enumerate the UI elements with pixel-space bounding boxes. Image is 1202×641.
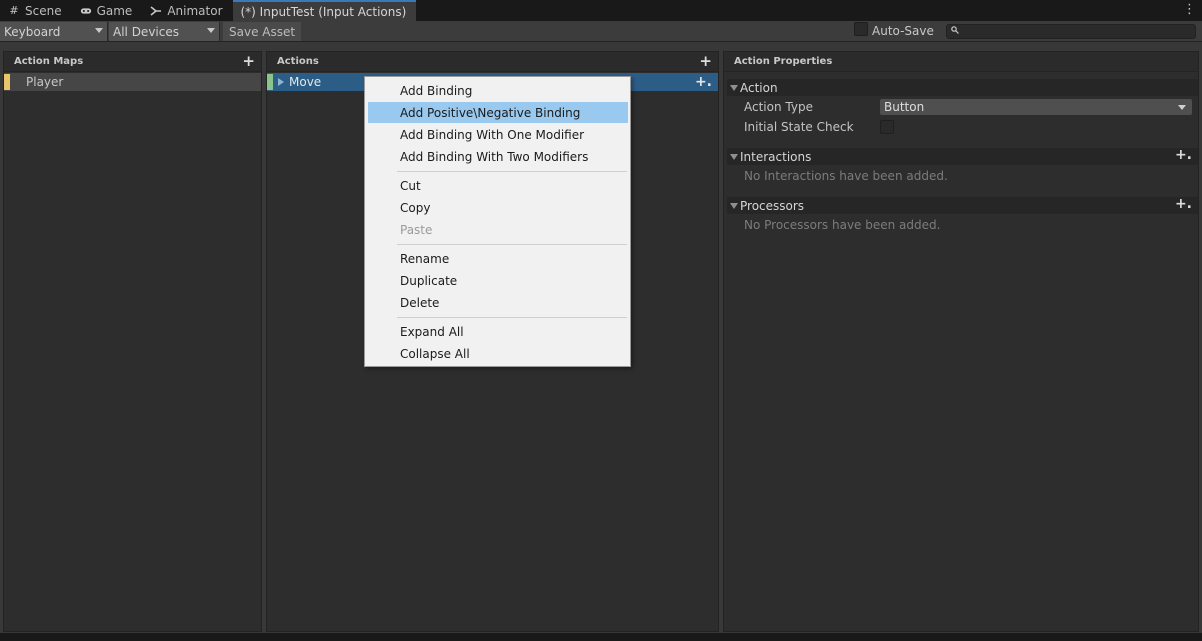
autosave-label: Auto-Save xyxy=(872,24,934,38)
menu-separator xyxy=(397,244,627,245)
add-processor-icon[interactable]: +. xyxy=(1175,196,1192,212)
menu-item-add-positive-negative-binding[interactable]: Add Positive\Negative Binding xyxy=(368,102,628,123)
action-section-header[interactable]: Action xyxy=(727,79,1198,96)
tab-animator[interactable]: Animator xyxy=(142,0,232,21)
menu-item-add-binding-two-modifiers[interactable]: Add Binding With Two Modifiers xyxy=(368,146,628,167)
action-map-item[interactable]: Player xyxy=(4,73,261,91)
action-properties-panel: Action Properties Action Action Type But… xyxy=(723,51,1199,632)
action-color-stripe xyxy=(267,74,273,90)
tab-game-label: Game xyxy=(96,3,133,18)
control-scheme-value: Keyboard xyxy=(4,24,61,39)
devices-value: All Devices xyxy=(113,24,179,39)
menu-item-paste: Paste xyxy=(400,222,433,237)
more-options-icon[interactable]: ⋮ xyxy=(1183,3,1196,17)
chevron-down-icon xyxy=(1178,105,1186,110)
menu-item-collapse-all[interactable]: Collapse All xyxy=(368,343,628,364)
status-bar xyxy=(0,633,1202,641)
menu-item-duplicate[interactable]: Duplicate xyxy=(368,270,628,291)
menu-item-expand-all[interactable]: Expand All xyxy=(368,321,628,342)
add-interaction-icon[interactable]: +. xyxy=(1175,147,1192,163)
tab-input-actions-label: (*) InputTest (Input Actions) xyxy=(240,4,407,19)
expand-arrow-icon[interactable] xyxy=(278,78,284,86)
action-label: Move xyxy=(289,75,322,89)
action-type-label: Action Type xyxy=(744,100,813,114)
menu-item-add-binding-one-modifier[interactable]: Add Binding With One Modifier xyxy=(368,124,628,145)
devices-dropdown[interactable]: All Devices xyxy=(109,22,220,41)
action-type-value: Button xyxy=(884,100,925,114)
menu-separator xyxy=(397,171,627,172)
actions-title: Actions xyxy=(277,56,319,67)
actions-header: Actions + xyxy=(267,52,718,72)
tab-animator-label: Animator xyxy=(167,3,223,18)
menu-item-cut[interactable]: Cut xyxy=(368,175,628,196)
interactions-section-header[interactable]: Interactions +. xyxy=(727,147,1198,165)
tab-scene[interactable]: # Scene xyxy=(0,0,72,21)
menu-separator xyxy=(397,317,627,318)
foldout-arrow-icon xyxy=(730,154,738,160)
action-section-title: Action xyxy=(740,80,778,95)
processors-section-title: Processors xyxy=(740,198,805,213)
animator-icon xyxy=(150,5,162,17)
foldout-arrow-icon xyxy=(730,85,738,91)
editor-tab-bar: # Scene Game Animator (*) InputTest (Inp… xyxy=(0,0,1202,21)
control-scheme-dropdown[interactable]: Keyboard xyxy=(0,22,108,41)
tab-game[interactable]: Game xyxy=(72,0,143,21)
menu-item-delete[interactable]: Delete xyxy=(368,292,628,313)
processors-empty-note: No Processors have been added. xyxy=(744,218,941,232)
initial-state-checkbox[interactable] xyxy=(880,120,894,134)
foldout-arrow-icon xyxy=(730,203,738,209)
action-type-dropdown[interactable]: Button xyxy=(880,99,1192,115)
tab-input-actions[interactable]: (*) InputTest (Input Actions) xyxy=(232,0,417,21)
processors-section-header[interactable]: Processors +. xyxy=(727,196,1198,214)
add-action-map-icon[interactable]: + xyxy=(242,52,255,70)
gamepad-icon xyxy=(80,5,92,17)
add-action-icon[interactable]: + xyxy=(699,52,712,70)
action-maps-header: Action Maps + xyxy=(4,52,261,72)
chevron-down-icon xyxy=(95,28,103,33)
action-map-color-stripe xyxy=(4,74,10,90)
context-menu: Add Binding Add Positive\Negative Bindin… xyxy=(364,76,631,367)
interactions-empty-note: No Interactions have been added. xyxy=(744,169,948,183)
grid-icon: # xyxy=(9,4,19,17)
initial-state-check-label: Initial State Check xyxy=(744,120,854,134)
search-input[interactable] xyxy=(946,24,1196,39)
action-properties-title: Action Properties xyxy=(734,56,833,67)
autosave-checkbox[interactable] xyxy=(854,22,868,36)
menu-item-add-binding[interactable]: Add Binding xyxy=(368,80,628,101)
menu-item-rename[interactable]: Rename xyxy=(368,248,628,269)
action-properties-header: Action Properties xyxy=(724,52,1198,72)
add-binding-icon[interactable]: +. xyxy=(695,73,712,91)
action-maps-title: Action Maps xyxy=(14,56,84,67)
menu-item-copy[interactable]: Copy xyxy=(368,197,628,218)
tab-scene-label: Scene xyxy=(25,3,62,18)
save-asset-button[interactable]: Save Asset xyxy=(223,22,302,41)
interactions-section-title: Interactions xyxy=(740,149,812,164)
action-maps-panel: Action Maps + Player xyxy=(3,51,262,632)
chevron-down-icon xyxy=(207,28,215,33)
action-map-label: Player xyxy=(26,75,64,89)
search-icon xyxy=(951,26,959,37)
